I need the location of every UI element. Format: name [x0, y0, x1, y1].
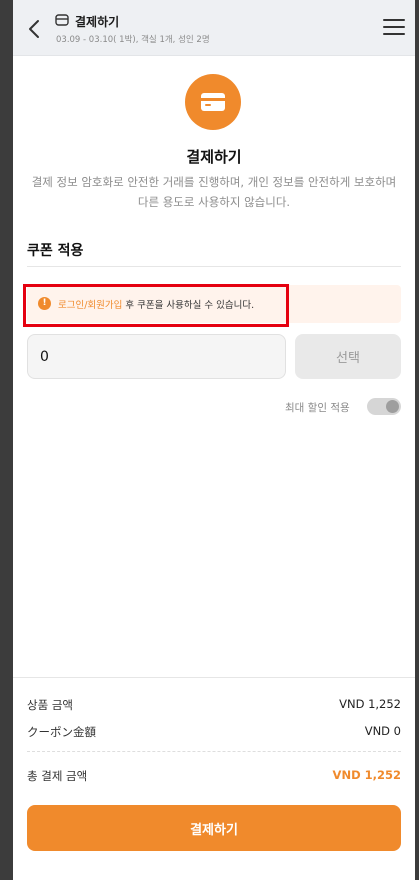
coupon-input[interactable]: [27, 334, 286, 379]
toggle-knob: [386, 400, 399, 413]
page-title: 결제하기: [186, 148, 242, 166]
hamburger-line: [383, 33, 405, 35]
top-header: 결제하기 03.09 - 03.10( 1박), 객실 1개, 성인 2명: [13, 0, 415, 56]
max-discount-toggle[interactable]: [367, 398, 401, 415]
section-divider: [27, 266, 401, 267]
back-button[interactable]: [25, 18, 45, 40]
pay-button[interactable]: 결제하기: [27, 805, 401, 851]
coupon-select-button[interactable]: 선택: [295, 334, 401, 379]
total-label: 총 결제 금액: [27, 769, 88, 783]
product-price-label: 상품 금액: [27, 698, 73, 712]
credit-card-icon: [55, 14, 69, 26]
menu-button[interactable]: [383, 19, 405, 37]
summary-divider: [13, 677, 415, 678]
chevron-left-icon: [29, 20, 39, 38]
dashed-divider: [27, 751, 401, 752]
checkout-page: 결제하기 03.09 - 03.10( 1박), 객실 1개, 성인 2명 결제…: [13, 0, 415, 880]
credit-card-icon: [201, 93, 225, 111]
coupon-section-title: 쿠폰 적용: [27, 243, 84, 259]
payment-icon-badge: [185, 74, 241, 130]
window-frame-left: [0, 0, 13, 880]
coupon-amount-label: クーポン金額: [27, 725, 96, 739]
hamburger-menu-icon: [383, 19, 405, 21]
highlight-box: [23, 284, 289, 327]
coupon-amount-value: VND 0: [364, 724, 401, 738]
product-price-value: VND 1,252: [339, 697, 401, 711]
window-frame-right: [415, 0, 419, 880]
header-title: 결제하기: [75, 15, 120, 29]
booking-summary: 03.09 - 03.10( 1박), 객실 1개, 성인 2명: [56, 35, 210, 45]
hamburger-line: [383, 26, 405, 28]
security-description: 결제 정보 암호화로 안전한 거래를 진행하며, 개인 정보를 안전하게 보호하…: [31, 175, 397, 209]
total-value: VND 1,252: [332, 768, 401, 782]
max-discount-label: 최대 할인 적용: [285, 402, 350, 414]
